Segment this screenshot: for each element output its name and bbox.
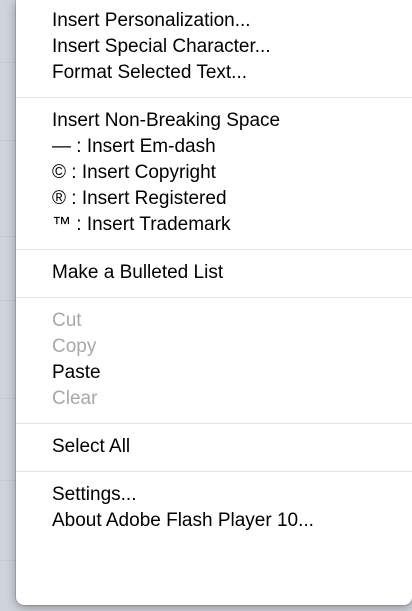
menu-item-insert-trademark[interactable]: ™ : Insert Trademark <box>16 212 412 238</box>
menu-separator <box>16 249 412 250</box>
menu-item-format-selected-text[interactable]: Format Selected Text... <box>16 60 412 86</box>
menu-item-settings[interactable]: Settings... <box>16 482 412 508</box>
menu-item-about-flash-player[interactable]: About Adobe Flash Player 10... <box>16 508 412 534</box>
menu-separator <box>16 297 412 298</box>
menu-item-clear: Clear <box>52 388 98 409</box>
background-line <box>0 398 16 399</box>
menu-item-insert-copyright[interactable]: © : Insert Copyright <box>16 160 412 186</box>
menu-item-copy: Copy <box>52 336 97 357</box>
menu-separator <box>16 97 412 98</box>
menu-section-insert: Insert Personalization... Insert Special… <box>16 8 412 86</box>
context-menu: Insert Personalization... Insert Special… <box>16 0 412 605</box>
menu-item-cut: Cut <box>52 310 82 331</box>
menu-item-insert-non-breaking-space[interactable]: Insert Non-Breaking Space <box>16 108 412 134</box>
menu-section-list: Make a Bulleted List <box>16 260 412 286</box>
menu-section-special-characters: Insert Non-Breaking Space — : Insert Em-… <box>16 108 412 238</box>
menu-item-insert-registered[interactable]: ® : Insert Registered <box>16 186 412 212</box>
menu-item-select-all[interactable]: Select All <box>16 434 412 460</box>
menu-item-insert-special-character[interactable]: Insert Special Character... <box>16 34 412 60</box>
menu-section-app: Settings... About Adobe Flash Player 10.… <box>16 482 412 534</box>
menu-item-insert-em-dash[interactable]: — : Insert Em-dash <box>16 134 412 160</box>
menu-separator <box>16 471 412 472</box>
menu-item-insert-personalization[interactable]: Insert Personalization... <box>16 8 412 34</box>
background-line <box>0 480 16 481</box>
menu-separator <box>16 423 412 424</box>
background-line <box>0 140 16 141</box>
menu-section-clipboard: Cut Copy Paste Clear <box>16 308 412 412</box>
background-line <box>0 560 16 561</box>
menu-item-paste[interactable]: Paste <box>16 360 412 386</box>
menu-item-make-bulleted-list[interactable]: Make a Bulleted List <box>16 260 412 286</box>
background-line <box>0 300 16 301</box>
menu-section-selection: Select All <box>16 434 412 460</box>
background-line <box>0 62 16 63</box>
background-line <box>0 236 16 237</box>
